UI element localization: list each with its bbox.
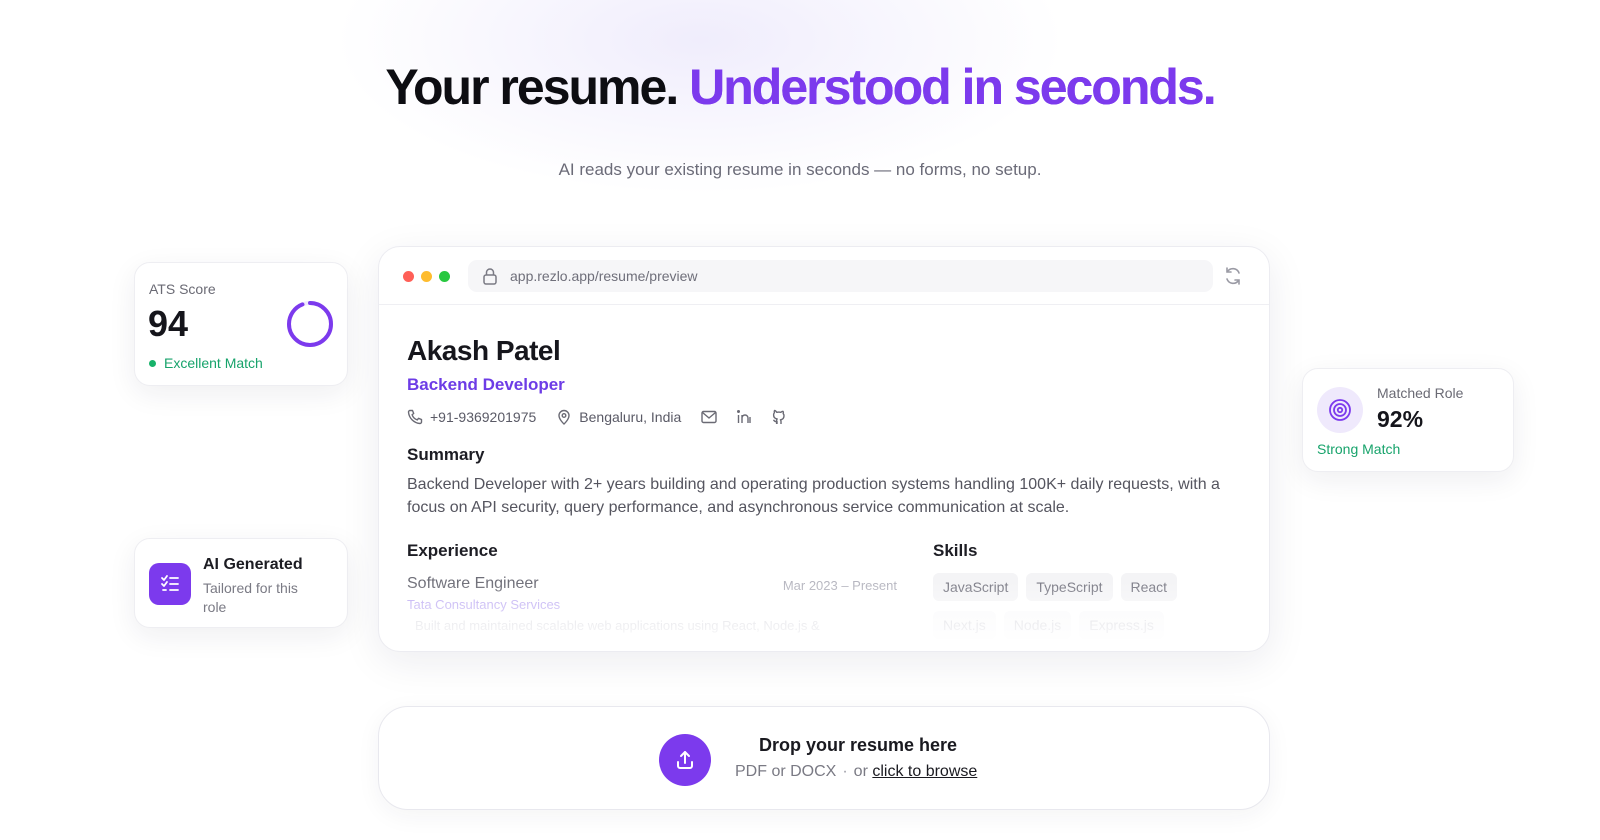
job-dates: Mar 2023 – Present bbox=[782, 578, 897, 593]
skills-section: Skills JavaScript TypeScript React Next.… bbox=[933, 541, 1233, 649]
email-icon[interactable] bbox=[701, 410, 724, 424]
contact-location: Bengaluru, India bbox=[556, 409, 681, 425]
window-maximize-dot[interactable] bbox=[439, 271, 450, 282]
address-bar[interactable]: app.rezlo.app/resume/preview bbox=[468, 260, 1213, 292]
candidate-name: Akash Patel bbox=[407, 335, 561, 366]
target-icon bbox=[1317, 387, 1363, 433]
ats-score-card: ATS Score 94 Excellent Match bbox=[134, 262, 348, 386]
window-minimize-dot[interactable] bbox=[421, 271, 432, 282]
matched-role-label: Matched Role bbox=[1377, 385, 1464, 401]
skill-tag: JavaScript bbox=[933, 573, 1019, 601]
experience-section: Experience Software Engineer Mar 2023 – … bbox=[407, 541, 897, 633]
refresh-icon[interactable] bbox=[1223, 266, 1243, 286]
skills-heading: Skills bbox=[933, 541, 978, 560]
job-title: Software Engineer bbox=[407, 575, 539, 592]
location-pin-icon bbox=[558, 409, 570, 425]
hero-title-primary: Your resume. bbox=[385, 59, 679, 115]
job-company: Tata Consultancy Services bbox=[407, 597, 561, 612]
resume-preview-window: app.rezlo.app/resume/preview Akash Patel… bbox=[378, 246, 1270, 652]
summary-heading: Summary bbox=[407, 445, 485, 464]
job-description: Built and maintained scalable web applic… bbox=[415, 618, 820, 633]
skill-tag: Next.js bbox=[933, 611, 996, 639]
ai-generated-title: AI Generated bbox=[203, 556, 303, 573]
location-text: Bengaluru, India bbox=[579, 409, 682, 425]
skill-tag: React bbox=[1120, 573, 1178, 601]
dropzone-title: Drop your resume here bbox=[759, 735, 958, 755]
browse-link[interactable]: click to browse bbox=[872, 763, 977, 780]
ai-generated-card: AI Generated Tailored for this role bbox=[134, 538, 348, 628]
candidate-role: Backend Developer bbox=[407, 375, 565, 394]
phone-number: +91-9369201975 bbox=[430, 409, 537, 425]
skills-list: JavaScript TypeScript React Next.js Node… bbox=[933, 573, 1233, 649]
resume-dropzone[interactable]: Drop your resume here PDF or DOCX · or cli… bbox=[378, 706, 1270, 810]
upload-icon[interactable] bbox=[659, 734, 711, 786]
ats-status: Excellent Match bbox=[149, 355, 263, 371]
hero-subtitle: AI reads your existing resume in seconds… bbox=[558, 160, 1042, 179]
skill-tag: Express.js bbox=[1079, 611, 1164, 639]
resume-content: Akash Patel Backend Developer +91-936920… bbox=[407, 335, 1247, 641]
lock-icon bbox=[482, 267, 500, 285]
contact-row: +91-9369201975 Bengaluru, India bbox=[407, 409, 1247, 425]
ats-status-label: Excellent Match bbox=[164, 355, 263, 371]
matched-role-value: 92% bbox=[1377, 406, 1424, 432]
ats-score-label: ATS Score bbox=[149, 281, 216, 297]
matched-role-status: Strong Match bbox=[1317, 441, 1401, 457]
matched-role-card: Matched Role 92% Strong Match bbox=[1302, 368, 1514, 472]
dropzone-formats: PDF or DOCX bbox=[735, 763, 837, 780]
experience-heading: Experience bbox=[407, 541, 498, 560]
status-dot-icon bbox=[149, 359, 156, 367]
dropzone-or: or bbox=[853, 763, 868, 780]
ats-score-value: 94 bbox=[148, 303, 189, 344]
skill-tag: Node.js bbox=[1003, 611, 1072, 639]
ats-score-ring-icon bbox=[287, 301, 333, 347]
hero-title: Your resume. Understood in seconds. bbox=[0, 58, 1600, 116]
address-url: app.rezlo.app/resume/preview bbox=[510, 268, 698, 284]
summary-text: Backend Developer with 2+ years building… bbox=[407, 476, 1220, 516]
skill-tag: TypeScript bbox=[1026, 573, 1113, 601]
github-icon[interactable] bbox=[771, 409, 794, 425]
dropzone-hint: PDF or DOCX · or click to browse bbox=[735, 763, 977, 781]
checklist-icon bbox=[149, 563, 191, 605]
ai-generated-subtitle: Tailored for this role bbox=[203, 580, 298, 615]
phone-icon bbox=[407, 409, 423, 425]
contact-phone: +91-9369201975 bbox=[407, 409, 536, 425]
experience-entry: Software Engineer Mar 2023 – Present bbox=[407, 575, 897, 593]
window-close-dot[interactable] bbox=[403, 271, 414, 282]
dropzone-separator: · bbox=[842, 763, 848, 780]
resume-columns: Experience Software Engineer Mar 2023 – … bbox=[407, 541, 1247, 641]
linkedin-icon[interactable] bbox=[736, 409, 759, 425]
hero-title-accent: Understood in seconds. bbox=[689, 59, 1217, 115]
browser-toolbar: app.rezlo.app/resume/preview bbox=[379, 247, 1269, 305]
